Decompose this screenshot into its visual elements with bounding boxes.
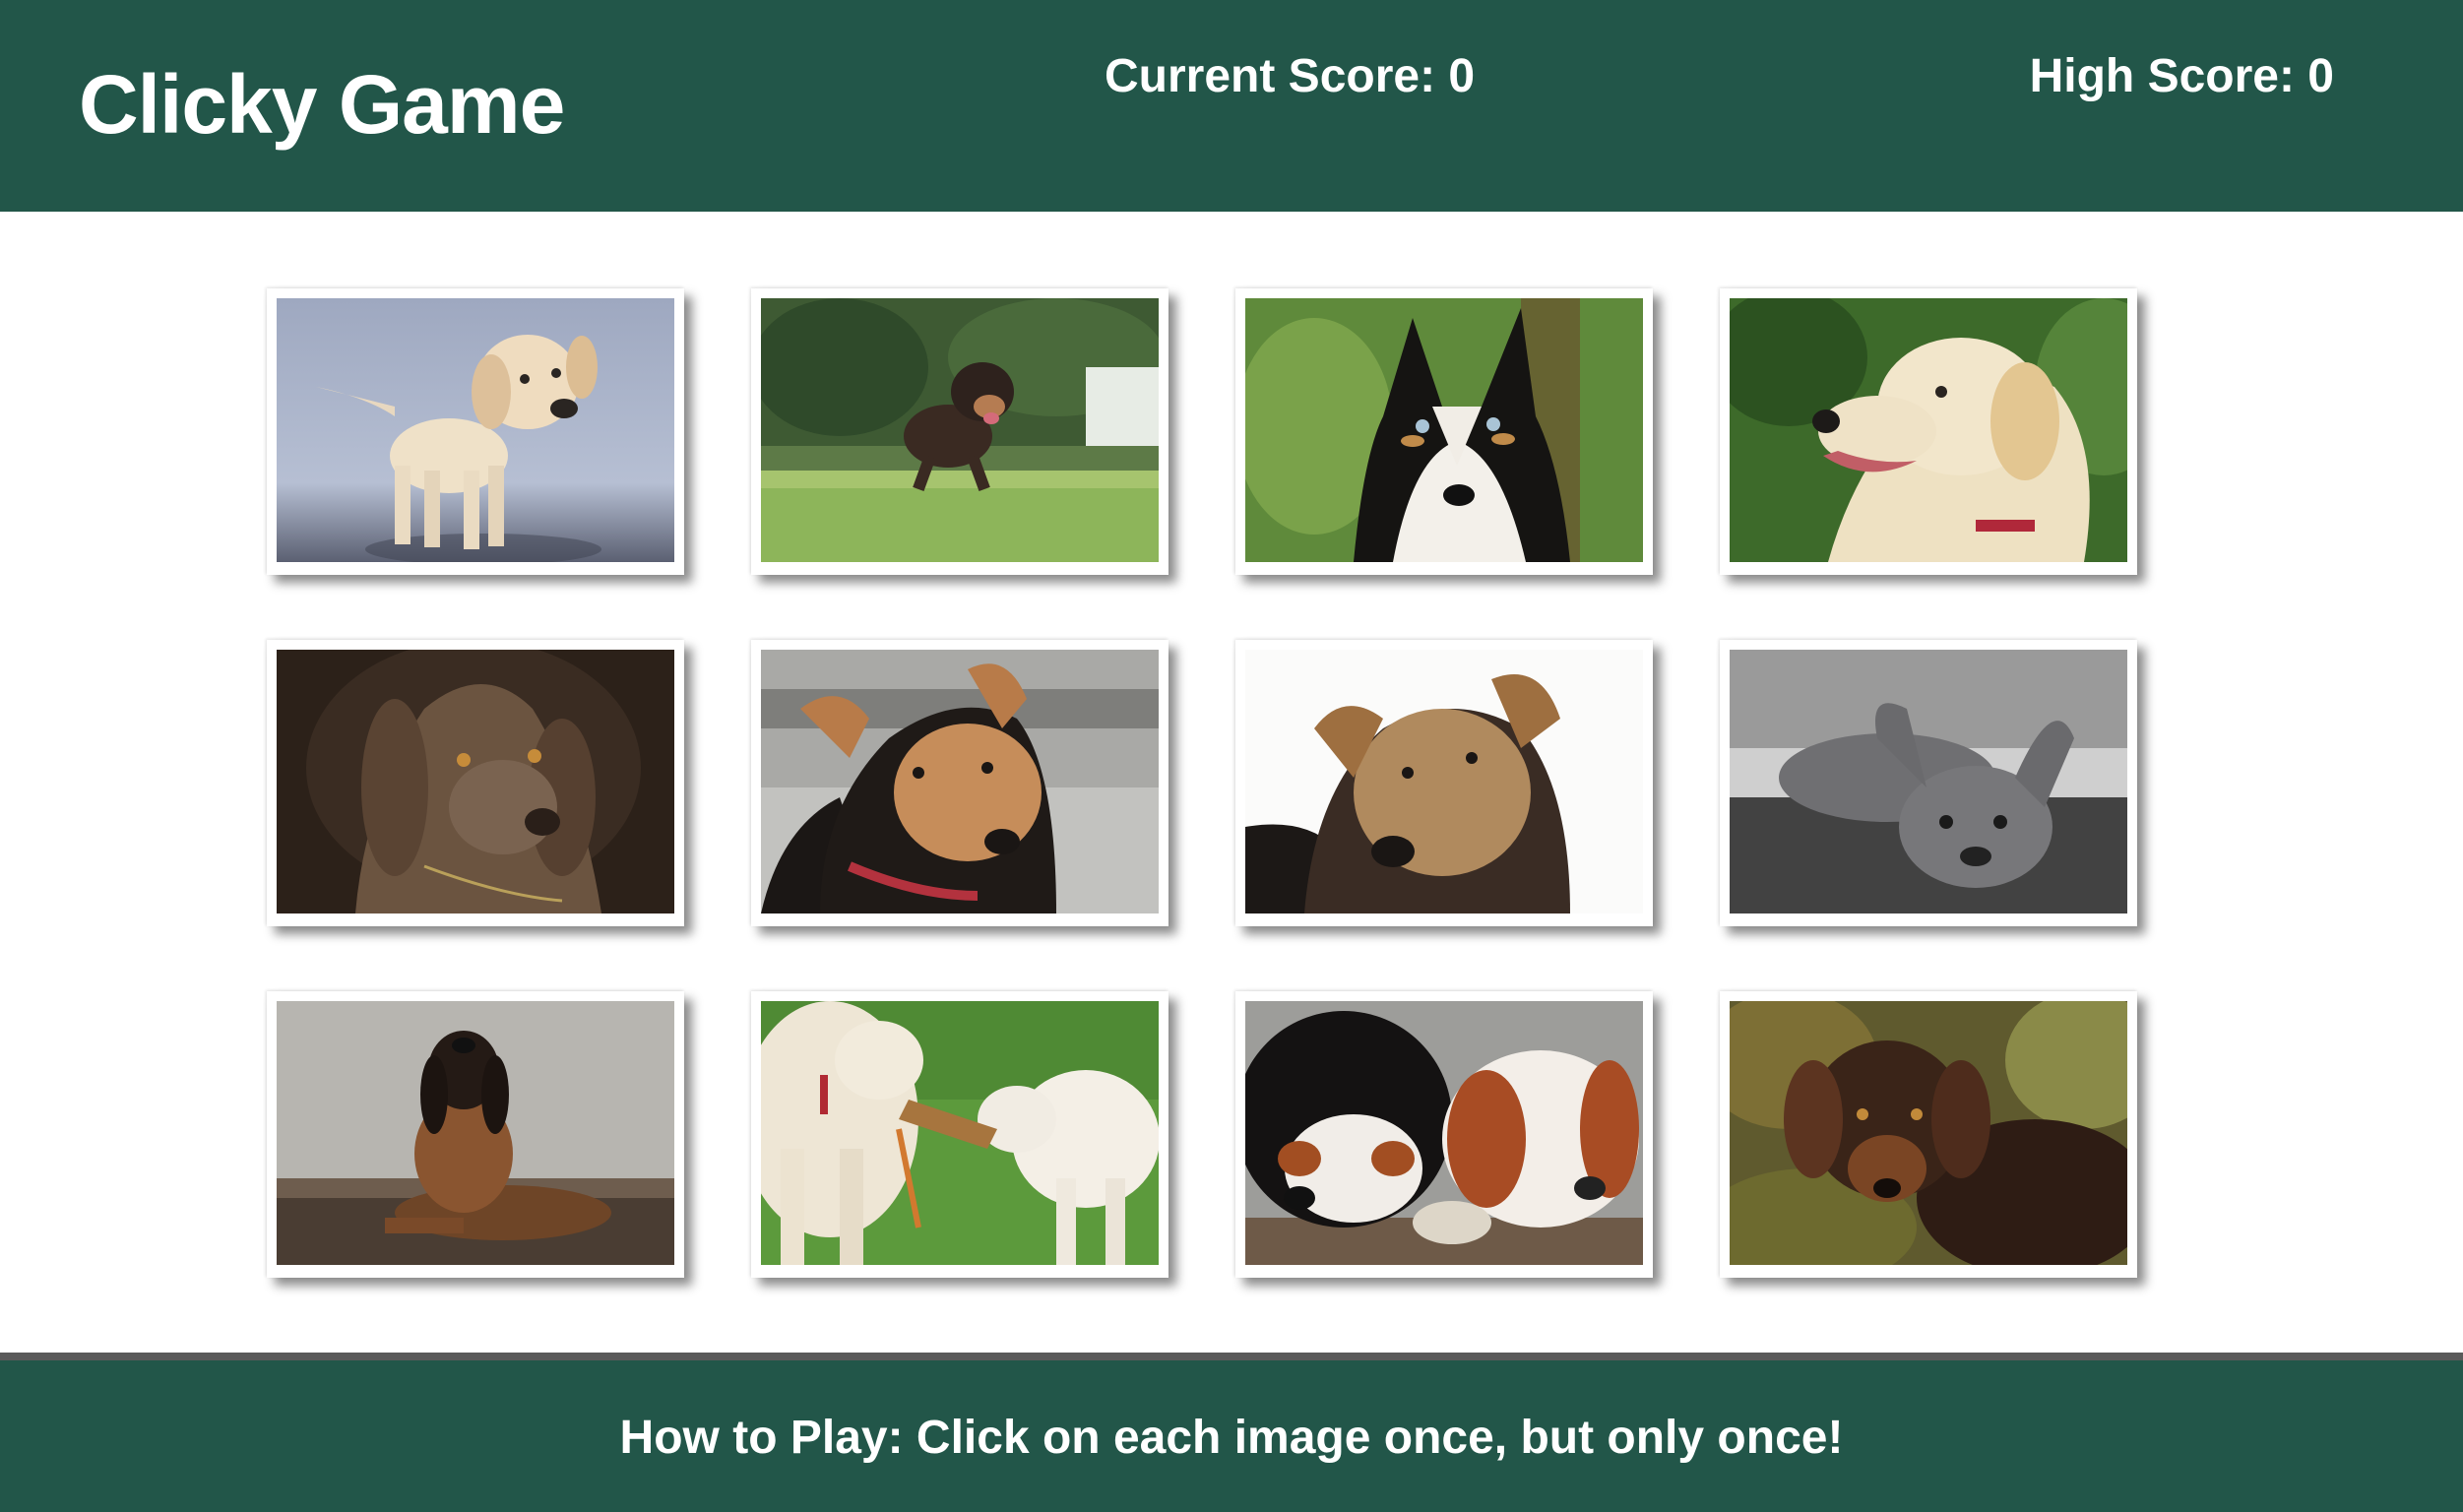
card-husky-mix[interactable]	[1235, 288, 1653, 575]
footer: How to Play: Click on each image once, b…	[0, 1360, 2463, 1512]
image-grid	[267, 288, 2137, 1278]
card-puppy-labrador[interactable]	[267, 288, 684, 575]
shepherd-mix-icon	[761, 650, 1159, 914]
dachshund-icon	[1730, 1001, 2127, 1265]
how-to-play-text: How to Play: Click on each image once, b…	[619, 1412, 1844, 1464]
sleeping-spaniels-icon	[1245, 1001, 1643, 1265]
card-golden-retriever[interactable]	[1720, 288, 2137, 575]
card-puppy-running[interactable]	[751, 288, 1168, 575]
hound-dog-icon	[277, 1001, 674, 1265]
navbar: Clicky Game Current Score: 0 High Score:…	[0, 0, 2463, 212]
tan-mix-dog-icon	[1245, 650, 1643, 914]
card-tan-mix[interactable]	[1235, 640, 1653, 926]
running-puppy-icon	[761, 298, 1159, 562]
card-dachshund[interactable]	[1720, 991, 2137, 1278]
page-title: Clicky Game	[79, 58, 565, 151]
high-score: High Score: 0	[2029, 50, 2334, 102]
footer-divider	[0, 1353, 2463, 1360]
game-page: Clicky Game Current Score: 0 High Score:…	[0, 0, 2463, 1512]
labrador-puppy-icon	[277, 298, 674, 562]
two-dogs-playing-icon	[761, 1001, 1159, 1265]
weimaraner-dog-icon	[277, 650, 674, 914]
husky-dog-icon	[1245, 298, 1643, 562]
card-spaniels-sleeping[interactable]	[1235, 991, 1653, 1278]
french-bulldog-icon	[1730, 650, 2127, 914]
card-hound-lying[interactable]	[267, 991, 684, 1278]
golden-retriever-icon	[1730, 298, 2127, 562]
current-score: Current Score: 0	[1105, 50, 1476, 102]
card-shepherd-mix[interactable]	[751, 640, 1168, 926]
card-weimaraner[interactable]	[267, 640, 684, 926]
card-two-goldens-tug[interactable]	[751, 991, 1168, 1278]
card-french-bulldog[interactable]	[1720, 640, 2137, 926]
